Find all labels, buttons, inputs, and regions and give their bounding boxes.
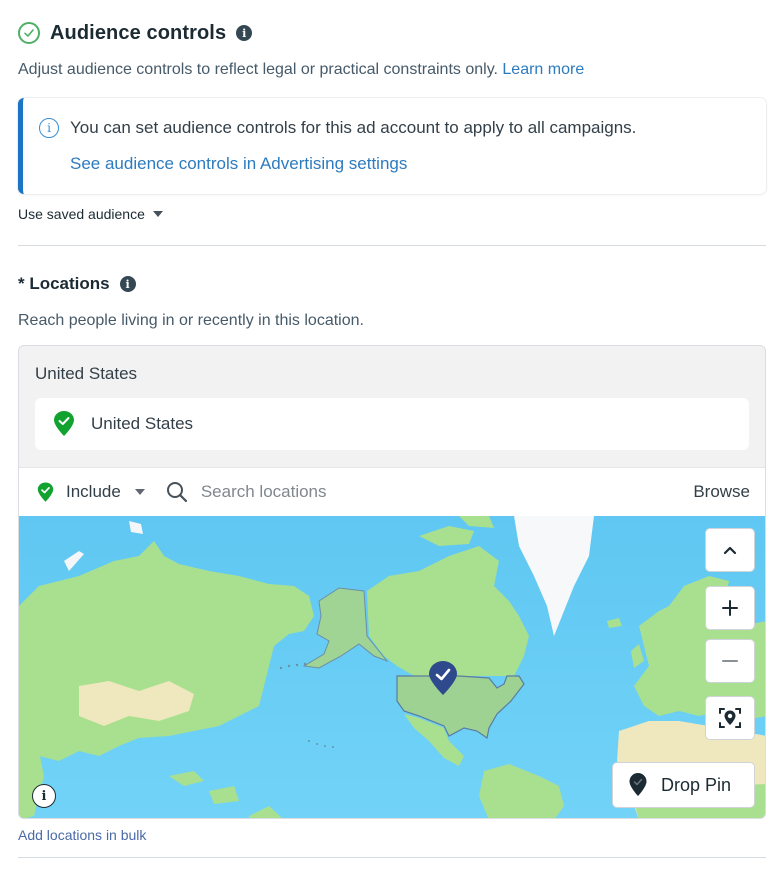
add-locations-in-bulk-link[interactable]: Add locations in bulk bbox=[18, 827, 146, 843]
audience-controls-header: Audience controls i bbox=[18, 18, 253, 48]
plus-icon bbox=[722, 600, 738, 616]
search-locations-input[interactable] bbox=[200, 482, 621, 502]
locations-title: * Locations bbox=[18, 274, 110, 293]
locate-pin-icon bbox=[719, 708, 741, 728]
info-circle-icon: i bbox=[39, 118, 59, 138]
divider bbox=[18, 857, 766, 858]
caret-down-icon bbox=[152, 211, 163, 217]
info-icon[interactable]: i bbox=[32, 784, 56, 808]
chevron-up-icon bbox=[723, 546, 737, 555]
locations-panel: United States United States Include Brow… bbox=[18, 345, 766, 819]
drop-pin-label: Drop Pin bbox=[661, 774, 732, 795]
locations-description: Reach people living in or recently in th… bbox=[18, 312, 364, 329]
description-text: Adjust audience controls to reflect lega… bbox=[18, 61, 498, 78]
check-circle-icon bbox=[18, 22, 40, 44]
include-dropdown[interactable]: Include bbox=[37, 481, 145, 503]
green-check-pin-icon bbox=[54, 411, 74, 436]
location-group-header: United States bbox=[35, 364, 138, 383]
location-map[interactable]: Drop Pin i bbox=[19, 516, 765, 818]
selected-location-name: United States bbox=[91, 414, 194, 433]
use-saved-audience-dropdown[interactable]: Use saved audience bbox=[18, 206, 163, 222]
location-search-bar: Include Browse bbox=[19, 467, 765, 516]
locations-header: * Locations i bbox=[18, 274, 136, 294]
search-icon bbox=[166, 482, 187, 503]
banner-text: You can set audience controls for this a… bbox=[70, 118, 637, 137]
drop-pin-button[interactable]: Drop Pin bbox=[612, 762, 755, 808]
zoom-out-button[interactable] bbox=[705, 639, 755, 683]
include-label: Include bbox=[66, 482, 121, 501]
audience-controls-description: Adjust audience controls to reflect lega… bbox=[18, 61, 584, 79]
saved-audience-label: Use saved audience bbox=[18, 206, 145, 222]
section-title: Audience controls bbox=[50, 21, 227, 44]
map-pin-icon bbox=[629, 773, 647, 796]
info-icon[interactable]: i bbox=[236, 25, 253, 41]
zoom-in-button[interactable] bbox=[705, 586, 755, 630]
learn-more-link[interactable]: Learn more bbox=[502, 61, 584, 78]
green-check-pin-icon bbox=[37, 481, 54, 502]
collapse-map-button[interactable] bbox=[705, 528, 755, 572]
info-icon[interactable]: i bbox=[119, 276, 136, 292]
browse-button[interactable]: Browse bbox=[693, 482, 750, 502]
info-banner: i You can set audience controls for this… bbox=[18, 98, 766, 194]
caret-down-icon bbox=[134, 489, 145, 495]
advertising-settings-link[interactable]: See audience controls in Advertising set… bbox=[70, 154, 407, 174]
divider bbox=[18, 245, 766, 246]
locate-button[interactable] bbox=[705, 696, 755, 740]
minus-icon bbox=[722, 660, 738, 662]
selected-location-chip[interactable]: United States bbox=[35, 398, 749, 450]
